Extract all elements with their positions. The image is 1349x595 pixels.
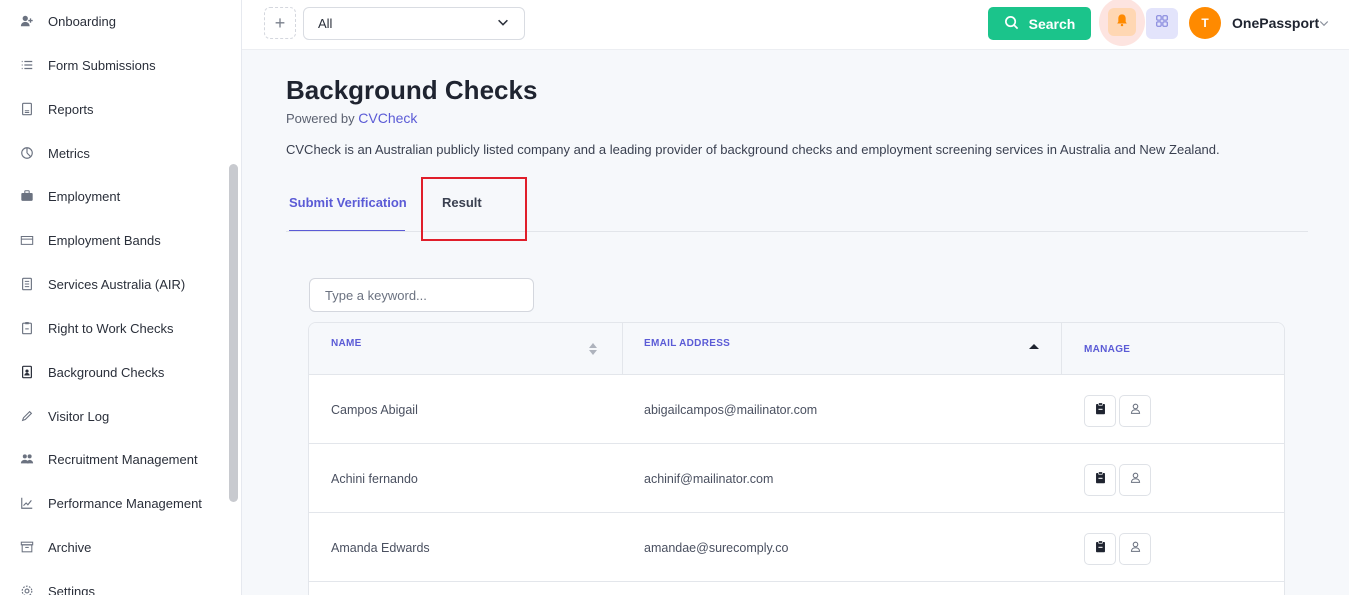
results-table: NAME EMAIL ADDRESS MANAGE Campos Abigail… [308,322,1285,595]
row-name: Amanda Edwards [331,541,430,555]
pen-icon [20,409,34,423]
row-name: Campos Abigail [331,403,418,417]
list-icon [20,58,34,72]
sidebar-scrollbar[interactable] [229,164,238,502]
page-title: Background Checks [286,75,538,105]
sidebar-item-label: Metrics [48,145,90,161]
sidebar-item-employment[interactable]: Employment [20,185,120,207]
archive-icon [20,540,34,554]
top-header: + All Search T OnePassport [242,0,1349,50]
sidebar-item-background-checks[interactable]: Background Checks [20,361,164,383]
sidebar-item-employment-bands[interactable]: Employment Bands [20,229,161,251]
search-button-label: Search [1028,15,1076,32]
row-email: achinif@mailinator.com [644,472,774,486]
column-header-manage: MANAGE [1084,344,1131,355]
clipboard-icon [1094,471,1107,489]
sidebar-item-services-australia[interactable]: Services Australia (AIR) [20,273,185,295]
cvcheck-link[interactable]: CVCheck [358,110,417,126]
gear-icon [20,584,34,595]
sidebar-item-label: Performance Management [48,495,202,511]
notifications-button[interactable] [1099,0,1145,46]
view-profile-button[interactable] [1119,395,1151,427]
table-row: Achini fernando achinif@mailinator.com [309,444,1284,513]
user-plus-icon [20,14,34,28]
filter-select[interactable]: All [303,7,525,40]
sidebar: Onboarding Form Submissions Reports Metr… [0,0,242,595]
sidebar-item-label: Background Checks [48,364,165,380]
user-icon [1129,471,1142,489]
plus-icon: + [274,12,286,33]
table-header: NAME EMAIL ADDRESS MANAGE [309,323,1284,375]
apps-button[interactable] [1146,8,1178,39]
sidebar-item-label: Employment Bands [48,232,161,248]
sort-ascending-icon[interactable] [1029,341,1039,355]
highlight-annotation-box [421,177,527,241]
table-row: Amanda Edwards amandae@surecomply.co [309,513,1284,582]
row-email: abigailcampos@mailinator.com [644,403,818,417]
sidebar-item-onboarding[interactable]: Onboarding [20,10,116,32]
briefcase-icon [20,189,34,203]
sidebar-item-label: Right to Work Checks [48,320,174,336]
sidebar-item-performance[interactable]: Performance Management [20,492,202,514]
clipboard-icon [1094,540,1107,558]
row-email: amandae@surecomply.co [644,541,789,555]
page-description: CVCheck is an Australian publicly listed… [286,142,1220,157]
user-icon [1129,540,1142,558]
sidebar-item-visitor-log[interactable]: Visitor Log [20,405,109,427]
sidebar-item-label: Visitor Log [48,408,110,424]
bell-icon [1115,13,1129,32]
file-text-icon [20,277,34,291]
sidebar-item-label: Recruitment Management [48,451,198,467]
column-header-email[interactable]: EMAIL ADDRESS [644,338,730,349]
sidebar-item-label: Onboarding [48,13,116,29]
users-icon [20,452,34,466]
sidebar-item-metrics[interactable]: Metrics [20,142,90,164]
add-button[interactable]: + [264,7,296,39]
column-header-name[interactable]: NAME [331,338,362,349]
sidebar-item-label: Settings [48,583,95,595]
sidebar-item-settings[interactable]: Settings [20,580,95,595]
chevron-down-icon [496,15,510,32]
user-name[interactable]: OnePassport [1232,15,1319,31]
column-divider [622,323,623,375]
id-document-icon [20,365,34,379]
search-icon [1004,15,1019,33]
view-result-button[interactable] [1084,464,1116,496]
view-profile-button[interactable] [1119,464,1151,496]
folder-icon [20,233,34,247]
sidebar-item-label: Form Submissions [48,57,156,73]
trend-chart-icon [20,496,34,510]
clipboard-icon [1094,402,1107,420]
sidebar-item-form-submissions[interactable]: Form Submissions [20,54,156,76]
powered-by-prefix: Powered by [286,111,355,126]
grid-icon [1155,14,1169,33]
search-button[interactable]: Search [988,7,1091,40]
view-profile-button[interactable] [1119,533,1151,565]
sidebar-item-label: Reports [48,101,94,117]
avatar[interactable]: T [1189,7,1221,39]
sidebar-item-reports[interactable]: Reports [20,98,94,120]
sort-both-icon[interactable] [588,342,598,356]
view-result-button[interactable] [1084,395,1116,427]
user-icon [1129,402,1142,420]
sidebar-item-archive[interactable]: Archive [20,536,91,558]
view-result-button[interactable] [1084,533,1116,565]
tab-submit-verification[interactable]: Submit Verification [289,195,407,210]
keyword-search-input[interactable] [309,278,534,312]
column-divider [1061,323,1062,375]
clipboard-icon [20,321,34,335]
sidebar-item-label: Employment [48,188,121,204]
row-name: Achini fernando [331,472,418,486]
table-row: Campos Abigail abigailcampos@mailinator.… [309,375,1284,444]
sidebar-item-label: Archive [48,539,92,555]
sidebar-item-recruitment[interactable]: Recruitment Management [20,448,198,470]
powered-by: Powered by CVCheck [286,110,417,126]
filter-select-value: All [318,16,333,31]
document-icon [20,102,34,116]
avatar-initial: T [1201,16,1209,30]
sidebar-item-right-to-work[interactable]: Right to Work Checks [20,317,173,339]
sidebar-item-label: Services Australia (AIR) [48,276,186,292]
pie-chart-icon [20,146,34,160]
chevron-down-icon[interactable] [1318,16,1330,28]
